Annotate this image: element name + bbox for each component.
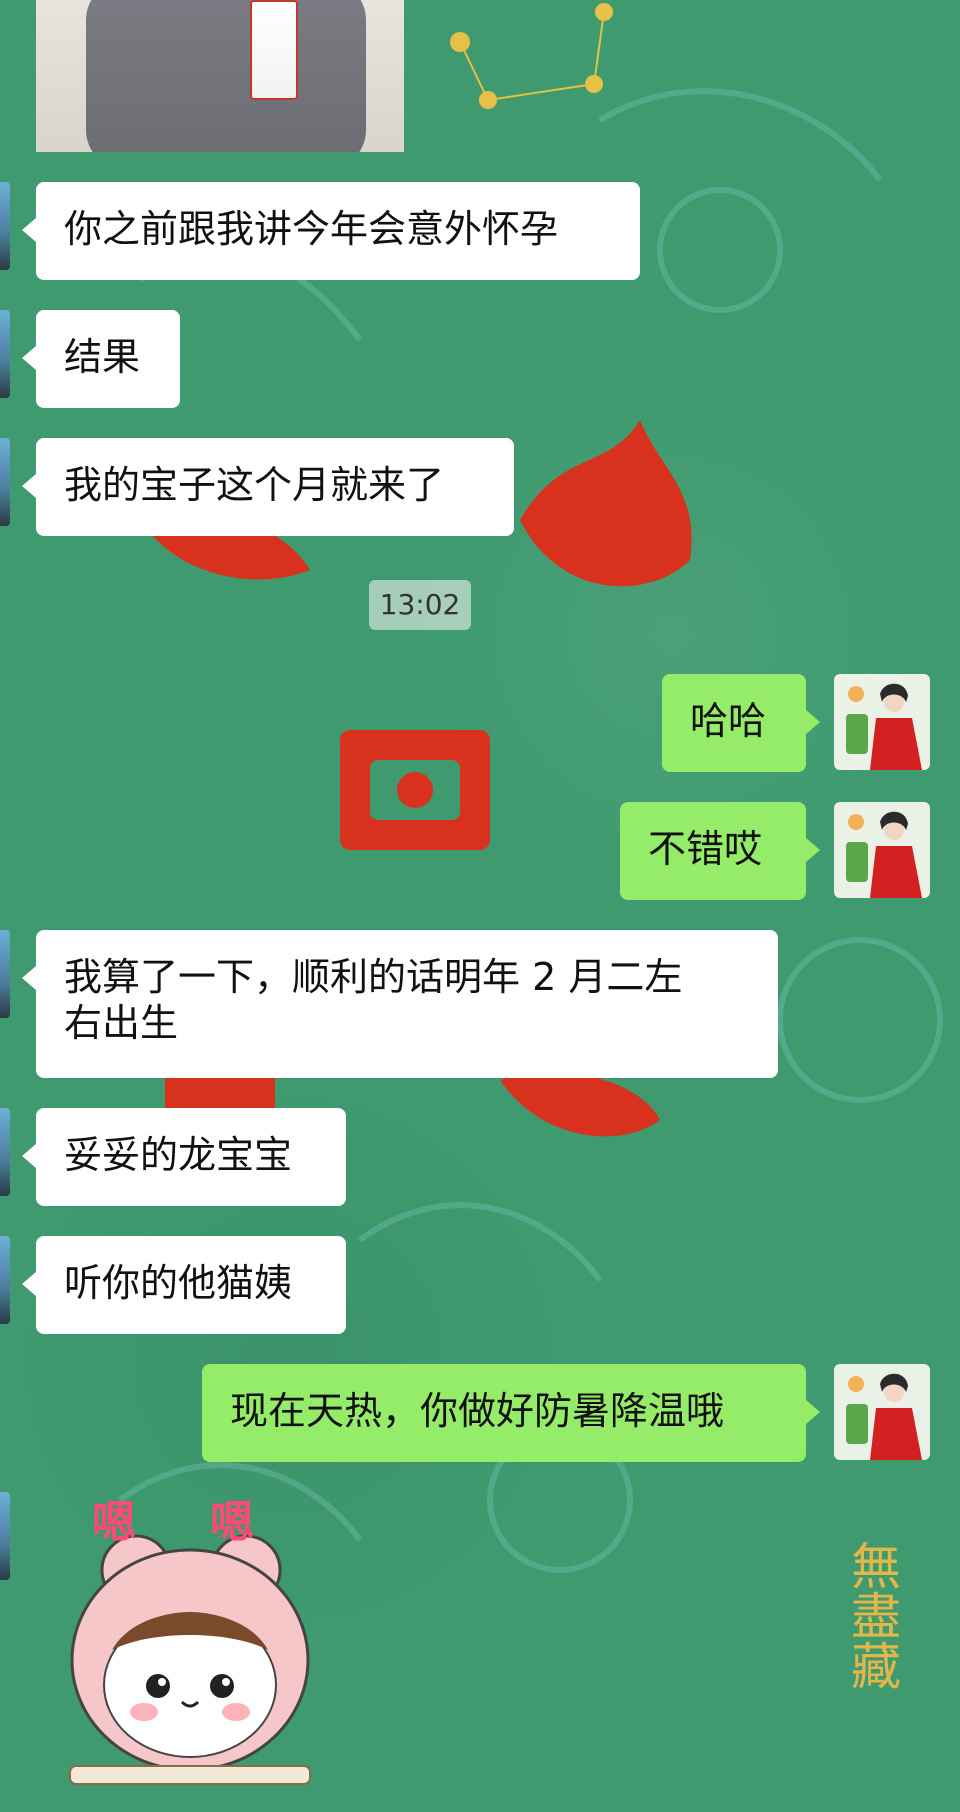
message-bubble-outgoing[interactable]: 现在天热，你做好防暑降温哦	[202, 1364, 820, 1462]
photo-message[interactable]	[36, 0, 404, 152]
message-bubble-outgoing[interactable]: 不错哎	[620, 802, 820, 900]
bottle-image	[250, 0, 298, 100]
contact-avatar[interactable]	[0, 438, 10, 526]
contact-avatar[interactable]	[0, 1236, 10, 1324]
hanfu-avatar-icon	[846, 683, 922, 770]
watermark: 無盡藏	[843, 1540, 901, 1690]
contact-avatar[interactable]	[0, 930, 10, 1018]
my-avatar[interactable]	[834, 802, 930, 898]
contact-avatar[interactable]	[0, 1492, 10, 1580]
message-bubble-incoming[interactable]: 妥妥的龙宝宝	[22, 1108, 346, 1206]
contact-avatar[interactable]	[0, 182, 10, 270]
hanfu-avatar-icon	[846, 1373, 922, 1460]
contact-avatar[interactable]	[0, 1108, 10, 1196]
sticker-text: 嗯	[92, 1497, 136, 1548]
hanfu-avatar-icon	[846, 811, 922, 898]
message-bubble-incoming[interactable]: 你之前跟我讲今年会意外怀孕	[22, 182, 640, 280]
message-bubble-incoming[interactable]: 我的宝子这个月就来了	[22, 438, 514, 536]
my-avatar[interactable]	[834, 1364, 930, 1460]
contact-avatar[interactable]	[0, 310, 10, 398]
message-bubble-incoming[interactable]: 结果	[22, 310, 180, 408]
sticker-text: 嗯	[210, 1497, 254, 1548]
message-bubble-outgoing[interactable]: 哈哈	[662, 674, 820, 772]
my-avatar[interactable]	[834, 674, 930, 770]
sticker-message[interactable]: 嗯 嗯	[60, 1480, 350, 1790]
message-timestamp: 13:02	[369, 580, 471, 630]
message-bubble-incoming[interactable]: 听你的他猫姨	[22, 1236, 346, 1334]
person-photo	[86, 0, 366, 152]
message-bubble-incoming[interactable]: 我算了一下，顺利的话明年 2 月二左 右出生	[22, 930, 778, 1078]
